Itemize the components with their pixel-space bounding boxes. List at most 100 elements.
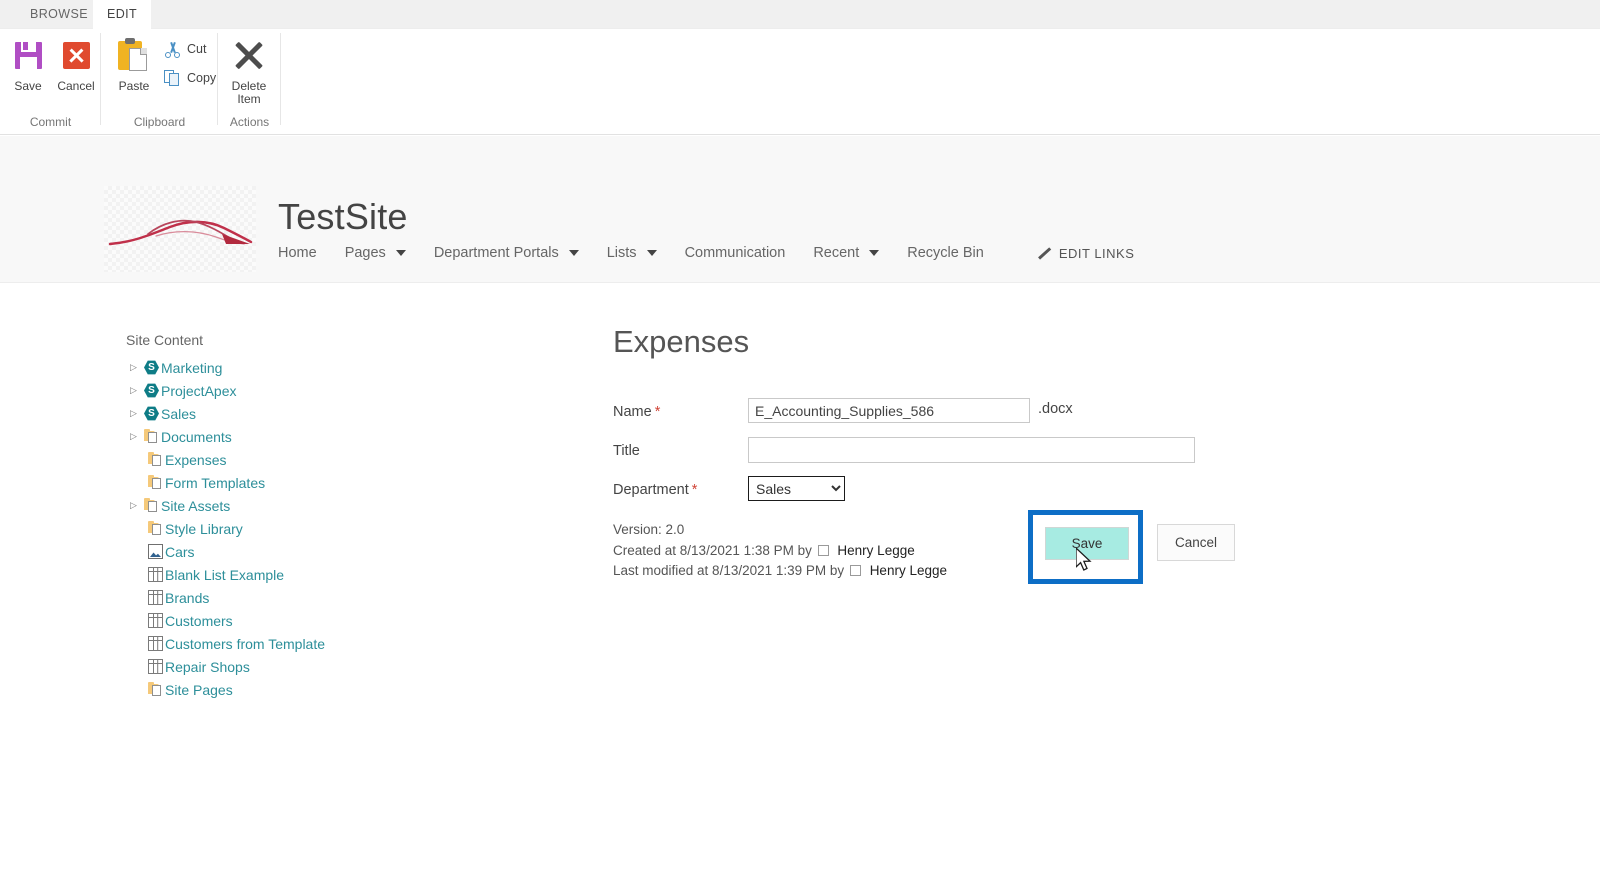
ribbon-group-actions: Delete Item Actions (218, 29, 281, 135)
tree-item-label: Customers from Template (165, 635, 326, 652)
edit-links-label: EDIT LINKS (1058, 245, 1135, 261)
tree-item-documents[interactable]: ▷ Documents (126, 425, 506, 448)
tree-item-label: Repair Shops (165, 658, 250, 675)
expand-arrow-icon[interactable]: ▷ (130, 409, 144, 418)
tree-item-label: Sales (161, 405, 197, 422)
copy-button-label: Copy (187, 71, 217, 85)
name-input[interactable] (748, 398, 1030, 423)
tree-item-sales[interactable]: ▷ Sales (126, 402, 506, 425)
tree-item-customers[interactable]: Customers (126, 609, 506, 632)
form-cancel-button[interactable]: Cancel (1157, 524, 1235, 561)
tree-item-expenses[interactable]: Expenses (126, 448, 506, 471)
expand-arrow-icon[interactable]: ▷ (130, 432, 144, 441)
created-prefix: Created at 8/13/2021 1:38 PM by (613, 542, 812, 558)
nav-item-recent[interactable]: Recent (799, 245, 893, 261)
expand-arrow-icon[interactable]: ▷ (130, 501, 144, 510)
tree-item-site-assets[interactable]: ▷ Site Assets (126, 494, 506, 517)
ribbon: Save Cancel Commit Paste Cut Copy Clipbo… (0, 29, 1600, 135)
title-label: Title (613, 443, 640, 459)
form-save-button[interactable]: Save (1045, 527, 1129, 560)
nav-item-communication[interactable]: Communication (671, 245, 800, 261)
list-icon (148, 567, 163, 582)
created-line: Created at 8/13/2021 1:38 PM by Henry Le… (613, 541, 947, 562)
tree-heading: Site Content (126, 332, 204, 348)
form-row-title: Title (613, 437, 1313, 476)
nav-item-home[interactable]: Home (278, 245, 331, 261)
modified-line: Last modified at 8/13/2021 1:39 PM by He… (613, 561, 947, 582)
tree-item-label: Expenses (165, 451, 227, 468)
delete-item-label-line2: Item (237, 92, 261, 106)
expand-arrow-icon[interactable]: ▷ (130, 386, 144, 395)
nav-item-recycle-bin[interactable]: Recycle Bin (893, 245, 998, 261)
document-library-icon (148, 682, 163, 697)
modified-prefix: Last modified at 8/13/2021 1:39 PM by (613, 563, 845, 578)
department-label: Department * (613, 482, 697, 498)
tree-item-label: Form Templates (165, 474, 266, 491)
created-by-user[interactable]: Henry Legge (837, 543, 914, 558)
delete-item-button[interactable]: Delete Item (221, 34, 277, 106)
page-title: Expenses (613, 324, 750, 359)
tree-item-label: Site Pages (165, 681, 233, 698)
document-library-icon (148, 452, 163, 467)
nav-item-pages[interactable]: Pages (331, 245, 420, 261)
tree-item-label: Site Assets (161, 497, 231, 514)
sharepoint-edit-form-page: BROWSE EDIT Save Cancel Commit Paste Cut… (0, 0, 1600, 896)
tree-item-label: Documents (161, 428, 232, 445)
ribbon-group-divider (280, 33, 281, 125)
ribbon-group-label-commit: Commit (29, 115, 72, 129)
picture-library-icon (148, 544, 163, 559)
tab-browse[interactable]: BROWSE (16, 0, 102, 29)
tree-item-marketing[interactable]: ▷ Marketing (126, 356, 506, 379)
tree-item-form-templates[interactable]: Form Templates (126, 471, 506, 494)
list-icon (148, 636, 163, 651)
department-select[interactable]: Sales (748, 476, 845, 501)
document-library-icon (144, 498, 159, 513)
tree-item-label: Brands (165, 589, 210, 606)
tree-item-label: Style Library (165, 520, 243, 537)
item-metadata: Version: 2.0 Created at 8/13/2021 1:38 P… (613, 520, 947, 582)
presence-indicator-icon (817, 544, 829, 556)
tree-item-brands[interactable]: Brands (126, 586, 506, 609)
department-label-text: Department (613, 482, 689, 498)
tree-item-repair-shops[interactable]: Repair Shops (126, 655, 506, 678)
cut-button[interactable]: Cut (164, 37, 206, 61)
cancel-icon (48, 34, 104, 76)
document-library-icon (148, 521, 163, 536)
title-input[interactable] (748, 437, 1195, 463)
tree-item-cars[interactable]: Cars (126, 540, 506, 563)
file-extension-label: .docx (1038, 401, 1073, 417)
version-text: Version: 2.0 (613, 522, 685, 537)
nav-label: Communication (684, 245, 786, 261)
form-row-department: Department * Sales (613, 476, 1313, 515)
presence-indicator-icon (849, 565, 861, 576)
tree-item-site-pages[interactable]: Site Pages (126, 678, 506, 701)
nav-label: Recent (813, 245, 860, 261)
nav-label: Pages (344, 245, 386, 261)
site-icon (144, 406, 159, 421)
chevron-down-icon (869, 250, 880, 256)
list-icon (148, 659, 163, 674)
form-row-name: Name* .docx (613, 398, 1313, 437)
site-title: TestSite (278, 196, 408, 237)
expand-arrow-icon[interactable]: ▷ (130, 363, 144, 372)
site-header: TestSite Home Pages Department Portals L… (0, 136, 1600, 283)
nav-item-department-portals[interactable]: Department Portals (420, 245, 593, 261)
nav-item-lists[interactable]: Lists (593, 245, 671, 261)
chevron-down-icon (568, 250, 579, 256)
tree-item-projectapex[interactable]: ▷ ProjectApex (126, 379, 506, 402)
cancel-button[interactable]: Cancel (48, 34, 104, 93)
ribbon-group-clipboard: Paste Cut Copy Clipboard (101, 29, 218, 135)
paste-button[interactable]: Paste (106, 34, 162, 93)
scissors-icon (164, 41, 181, 58)
edit-links-button[interactable]: EDIT LINKS (1036, 246, 1135, 261)
tab-edit[interactable]: EDIT (93, 0, 152, 29)
site-icon (144, 383, 159, 398)
copy-button[interactable]: Copy (164, 66, 216, 90)
tree-item-customers-from-template[interactable]: Customers from Template (126, 632, 506, 655)
tree-item-blank-list-example[interactable]: Blank List Example (126, 563, 506, 586)
paste-icon (106, 34, 162, 76)
tree-item-style-library[interactable]: Style Library (126, 517, 506, 540)
list-icon (148, 590, 163, 605)
chevron-down-icon (646, 250, 657, 256)
modified-by-user[interactable]: Henry Legge (870, 563, 947, 578)
